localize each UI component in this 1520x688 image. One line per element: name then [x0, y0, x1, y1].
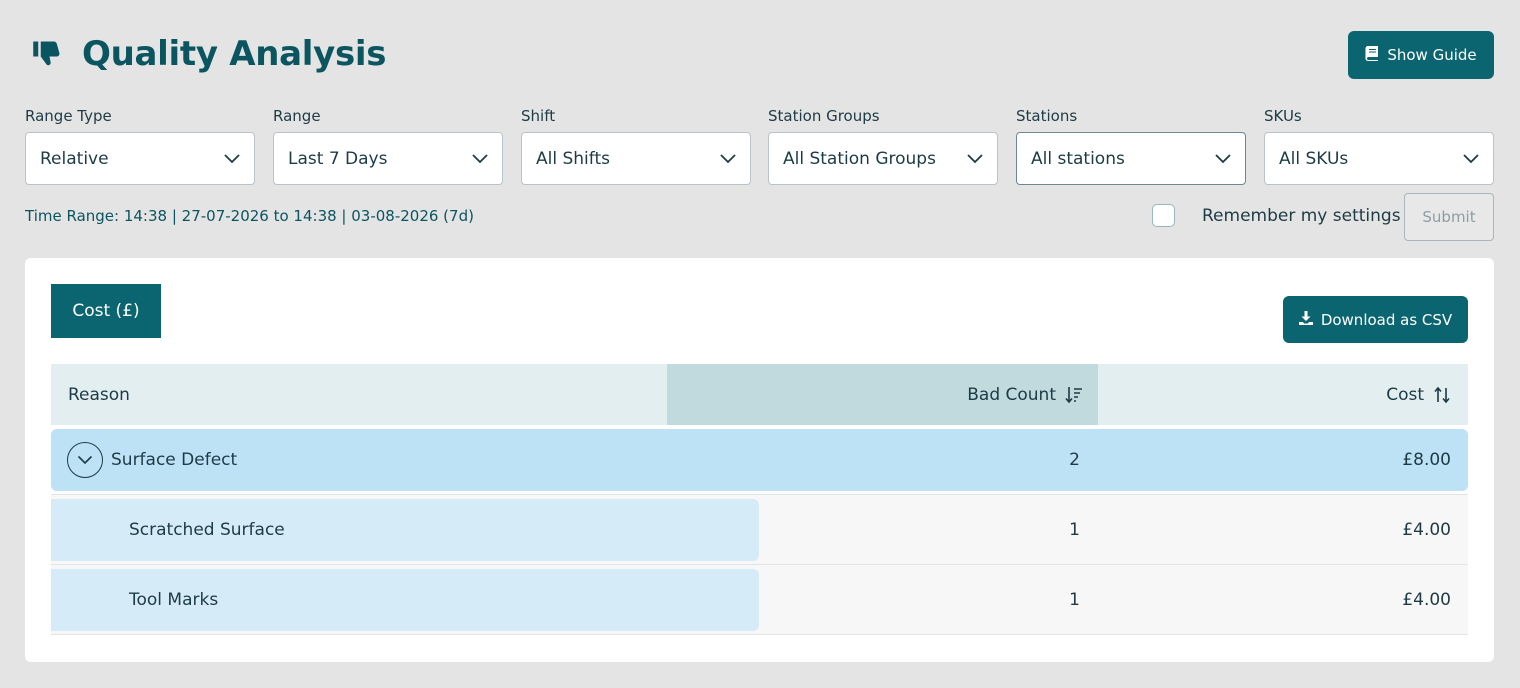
station-groups-select[interactable]: All Station Groups: [768, 132, 998, 185]
table-header: Reason Bad Count Cost: [51, 364, 1468, 425]
filter-range-type: Range Type Relative: [25, 106, 255, 185]
stations-select[interactable]: All stations: [1016, 132, 1246, 185]
submit-button[interactable]: Submit: [1404, 193, 1494, 241]
chevron-down-icon: [224, 149, 240, 169]
column-header-bad-count[interactable]: Bad Count: [667, 364, 1098, 425]
column-header-label: Reason: [68, 384, 130, 405]
show-guide-button[interactable]: Show Guide: [1348, 31, 1494, 79]
column-header-label: Bad Count: [967, 384, 1056, 405]
filter-label: Range Type: [25, 107, 112, 125]
download-csv-label: Download as CSV: [1320, 310, 1453, 329]
chevron-down-icon: [1463, 149, 1479, 169]
skus-select[interactable]: All SKUs: [1264, 132, 1494, 185]
reason-cell: Tool Marks: [129, 589, 219, 610]
chevron-down-icon: [720, 149, 736, 169]
select-value: Relative: [40, 148, 109, 169]
cost-cell: £4.00: [1402, 519, 1451, 540]
filter-label: Shift: [521, 107, 556, 125]
chevron-down-icon: [1215, 149, 1231, 169]
bad-count-cell: 1: [1069, 519, 1080, 540]
page-title: Quality Analysis: [82, 34, 387, 74]
sort-descending-icon: [1064, 385, 1084, 405]
filter-shift: Shift All Shifts: [521, 106, 751, 185]
shift-select[interactable]: All Shifts: [521, 132, 751, 185]
filter-range: Range Last 7 Days: [273, 106, 503, 185]
range-select[interactable]: Last 7 Days: [273, 132, 503, 185]
download-csv-button[interactable]: Download as CSV: [1283, 296, 1468, 343]
filter-label: Range: [273, 107, 321, 125]
filter-station-groups: Station Groups All Station Groups: [768, 106, 998, 185]
table-row[interactable]: Tool Marks 1 £4.00: [51, 565, 1468, 635]
book-icon: [1365, 45, 1379, 65]
thumbs-down-icon: [30, 37, 64, 71]
remember-settings-checkbox[interactable]: [1152, 204, 1175, 227]
reason-cell: Surface Defect: [111, 450, 238, 470]
bad-count-cell: 1: [1069, 589, 1080, 610]
expand-row-button[interactable]: [67, 442, 103, 478]
filter-label: Stations: [1016, 107, 1078, 125]
column-header-label: Cost: [1386, 384, 1424, 405]
reason-cell: Scratched Surface: [129, 519, 285, 540]
tab-cost[interactable]: Cost (£): [51, 284, 161, 338]
chevron-down-icon: [77, 455, 93, 465]
select-value: All stations: [1031, 148, 1125, 169]
filter-skus: SKUs All SKUs: [1264, 106, 1494, 185]
filter-label: Station Groups: [768, 107, 880, 125]
select-value: Last 7 Days: [288, 148, 388, 169]
range-type-select[interactable]: Relative: [25, 132, 255, 185]
cost-cell: £4.00: [1402, 589, 1451, 610]
filter-label: SKUs: [1264, 107, 1302, 125]
select-value: All Shifts: [536, 148, 610, 169]
filter-stations: Stations All stations: [1016, 106, 1246, 185]
sort-both-icon: [1432, 385, 1452, 405]
results-card: Cost (£) Download as CSV Reason Bad Coun…: [25, 258, 1494, 662]
table-row[interactable]: Scratched Surface 1 £4.00: [51, 495, 1468, 565]
column-header-cost[interactable]: Cost: [1386, 364, 1452, 425]
remember-settings-label: Remember my settings: [1202, 205, 1401, 226]
page-header: Quality Analysis Show Guide: [24, 26, 1494, 82]
cost-cell: £8.00: [1402, 450, 1451, 470]
title-wrap: Quality Analysis: [30, 34, 387, 74]
chevron-down-icon: [472, 149, 488, 169]
select-value: All Station Groups: [783, 148, 936, 169]
time-range-text: Time Range: 14:38 | 27-07-2026 to 14:38 …: [25, 207, 474, 225]
download-icon: [1298, 310, 1313, 329]
table-row-parent[interactable]: Surface Defect 2 £8.00: [51, 429, 1468, 491]
column-header-reason[interactable]: Reason: [68, 364, 130, 425]
show-guide-label: Show Guide: [1387, 46, 1477, 64]
bad-count-cell: 2: [1069, 450, 1080, 470]
reasons-table: Reason Bad Count Cost Surface Defect 2 £…: [51, 364, 1468, 635]
remember-settings: Remember my settings: [1152, 204, 1401, 227]
select-value: All SKUs: [1279, 148, 1349, 169]
chevron-down-icon: [967, 149, 983, 169]
